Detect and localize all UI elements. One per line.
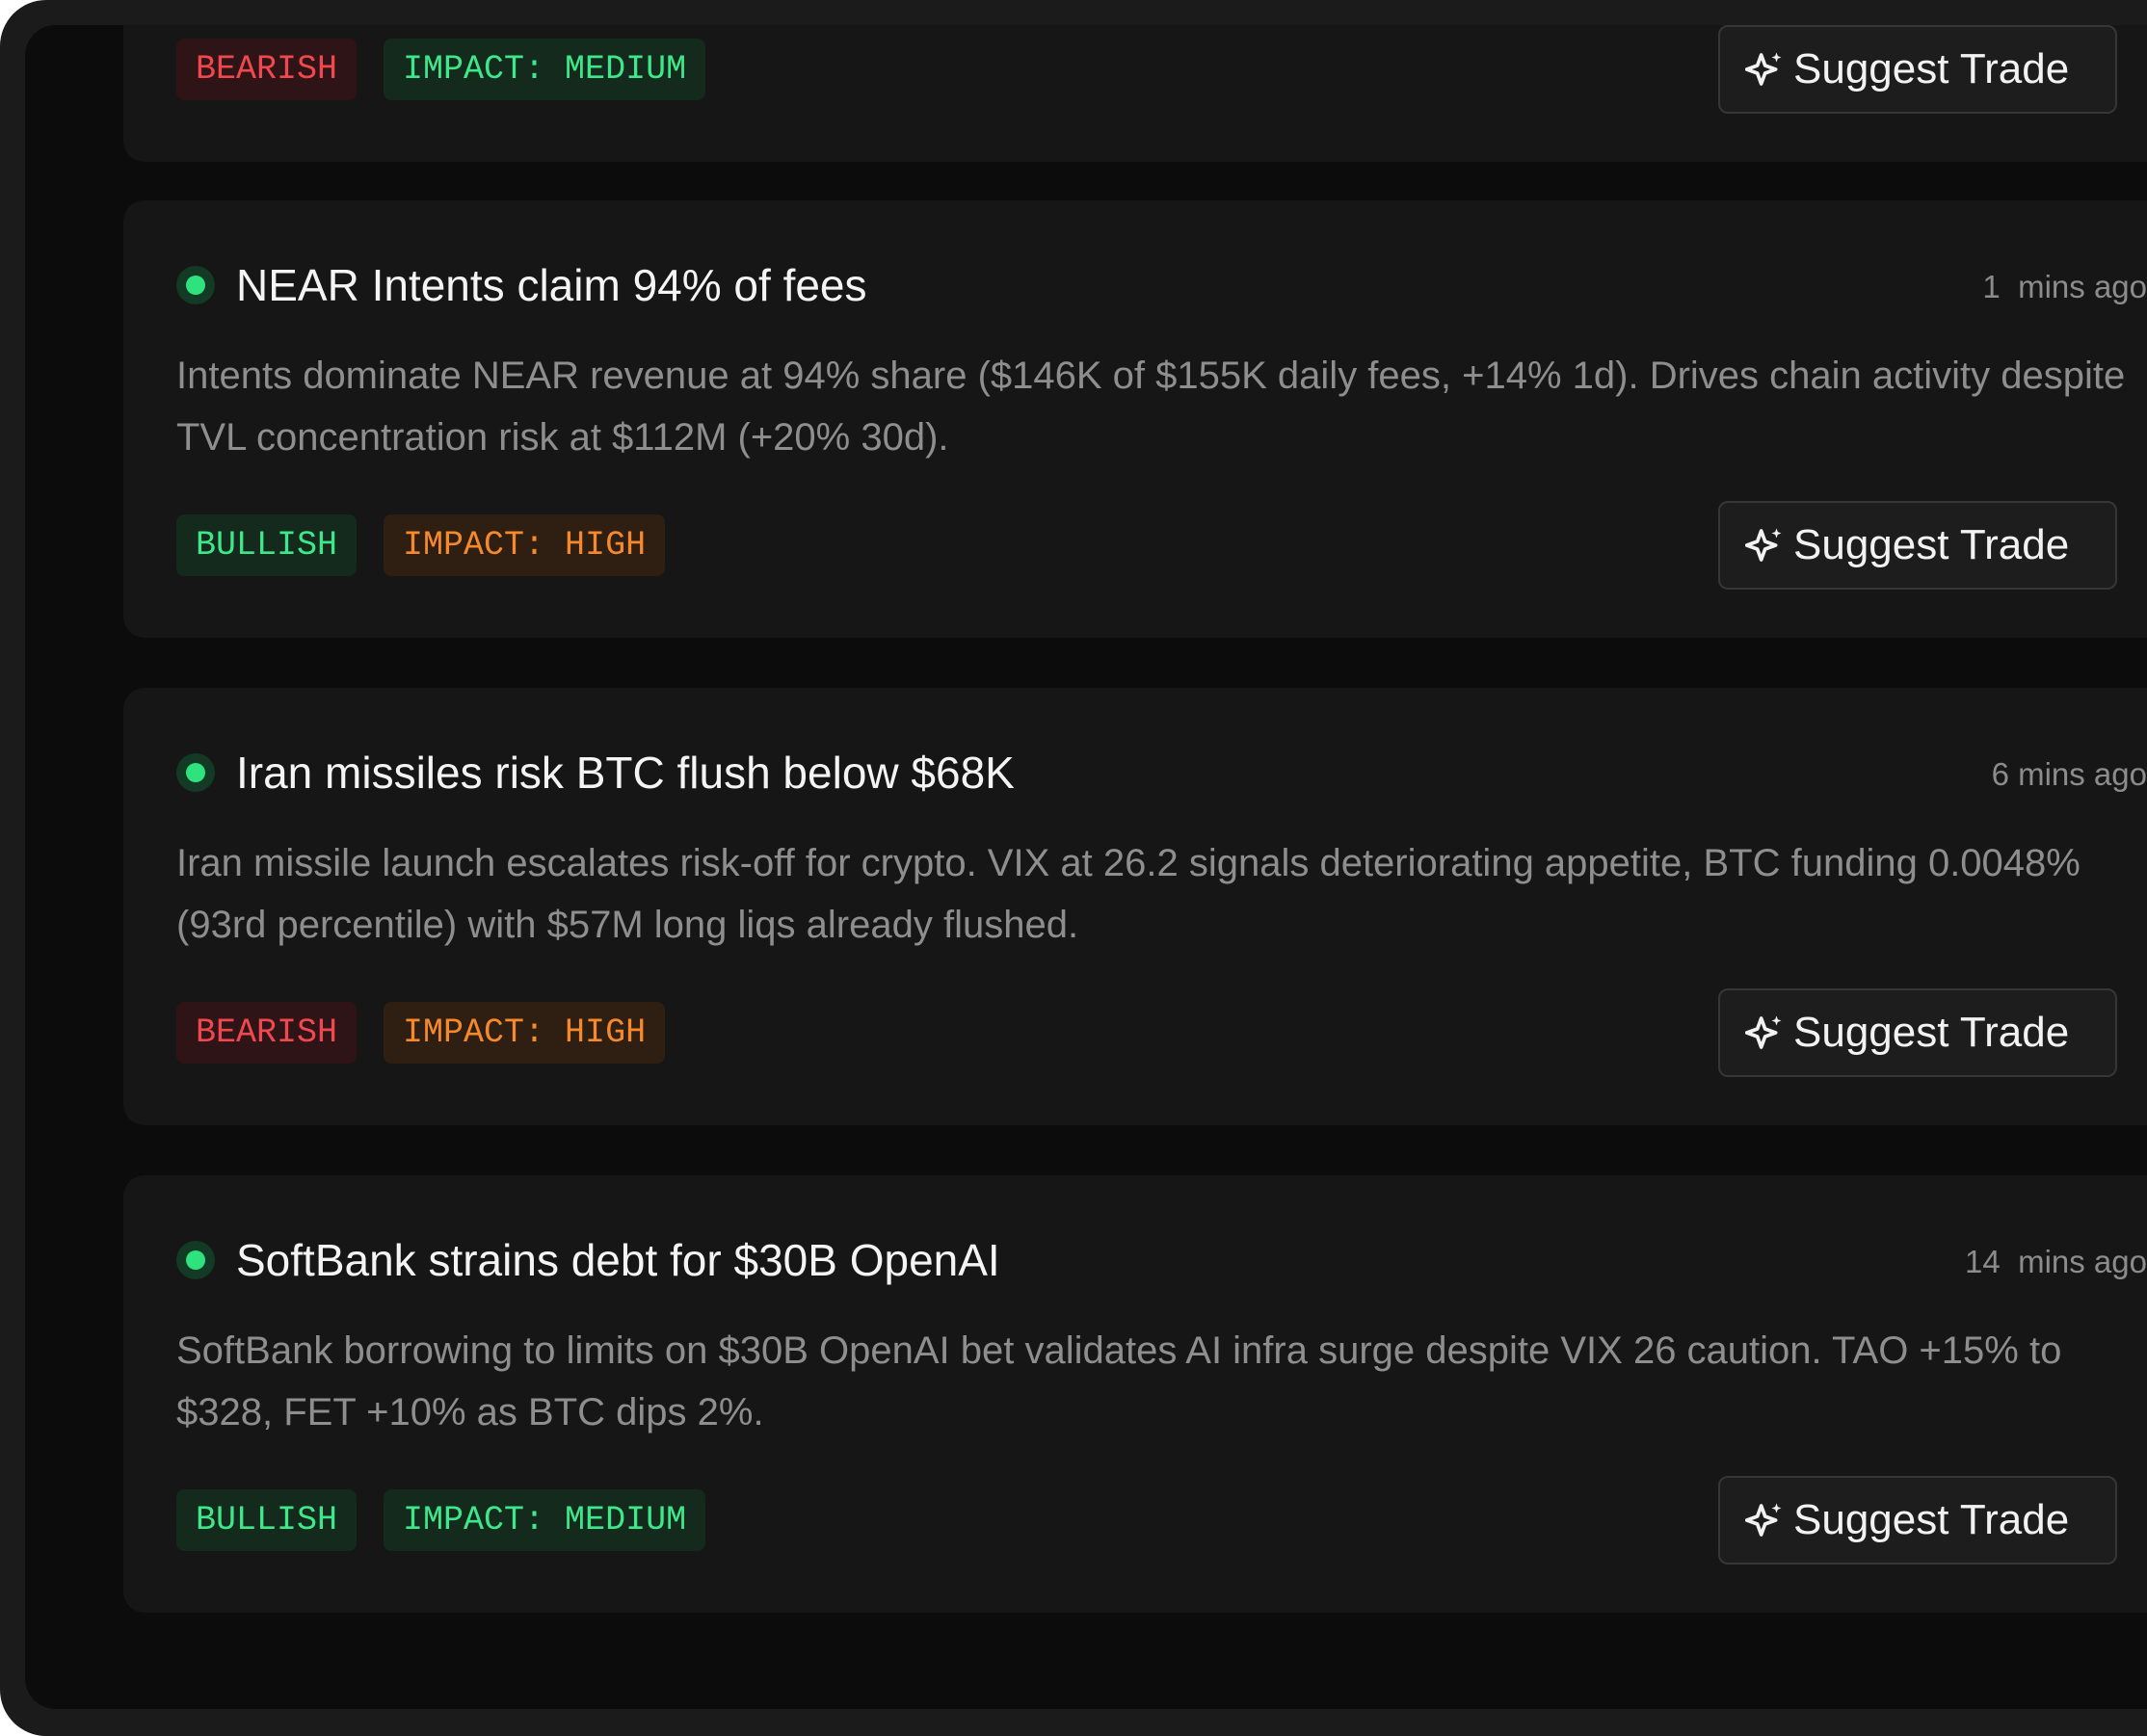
sparkle-icon: [1745, 1015, 1782, 1049]
suggest-trade-label: Suggest Trade: [1793, 1496, 2070, 1543]
suggest-trade-button[interactable]: Suggest Trade: [1718, 501, 2117, 590]
sentiment-badge: BEARISH: [176, 1002, 358, 1064]
suggest-trade-button[interactable]: Suggest Trade: [1718, 25, 2117, 114]
suggest-trade-button[interactable]: Suggest Trade: [1718, 1476, 2117, 1565]
news-feed-screen[interactable]: BEARISH IMPACT: MEDIUM Suggest Trade NEAR…: [25, 25, 2147, 1709]
impact-badge: IMPACT: HIGH: [384, 514, 666, 576]
suggest-trade-label: Suggest Trade: [1793, 1009, 2070, 1056]
tag-row: BULLISH IMPACT: MEDIUM: [176, 1489, 732, 1551]
suggest-trade-label: Suggest Trade: [1793, 45, 2070, 92]
sparkle-icon: [1745, 1503, 1782, 1537]
card-header: NEAR Intents claim 94% of fees 1 mins ag…: [176, 256, 2147, 314]
sentiment-badge: BULLISH: [176, 1489, 358, 1551]
card-header: SoftBank strains debt for $30B OpenAI 14…: [176, 1231, 2147, 1289]
live-indicator-dot: [176, 1241, 215, 1279]
news-timestamp: 6 mins ago: [1991, 756, 2147, 792]
suggest-trade-label: Suggest Trade: [1793, 521, 2070, 568]
news-summary: Intents dominate NEAR revenue at 94% sha…: [176, 355, 2126, 459]
news-summary: SoftBank borrowing to limits on $30B Ope…: [176, 1329, 2062, 1434]
sentiment-badge: BULLISH: [176, 514, 358, 576]
sentiment-badge: BEARISH: [176, 39, 358, 100]
news-headline: NEAR Intents claim 94% of fees: [236, 260, 867, 310]
live-indicator-dot: [176, 753, 215, 792]
device-frame: BEARISH IMPACT: MEDIUM Suggest Trade NEAR…: [0, 0, 2147, 1736]
impact-badge: IMPACT: MEDIUM: [384, 39, 706, 100]
live-indicator-dot: [176, 266, 215, 304]
news-card[interactable]: BEARISH IMPACT: MEDIUM Suggest Trade: [123, 25, 2147, 162]
news-timestamp: 14 mins ago: [1965, 1244, 2147, 1279]
news-headline: Iran missiles risk BTC flush below $68K: [236, 748, 1015, 798]
news-timestamp: 1 mins ago: [1982, 269, 2147, 304]
tag-row: BEARISH IMPACT: MEDIUM: [176, 39, 732, 100]
tag-row: BULLISH IMPACT: HIGH: [176, 514, 692, 576]
news-summary: Iran missile launch escalates risk-off f…: [176, 842, 2081, 946]
news-card[interactable]: SoftBank strains debt for $30B OpenAI 14…: [123, 1175, 2147, 1613]
impact-badge: IMPACT: HIGH: [384, 1002, 666, 1064]
tag-row: BEARISH IMPACT: HIGH: [176, 1002, 692, 1064]
suggest-trade-button[interactable]: Suggest Trade: [1718, 988, 2117, 1077]
sparkle-icon: [1745, 52, 1782, 86]
news-card[interactable]: NEAR Intents claim 94% of fees 1 mins ag…: [123, 200, 2147, 638]
sparkle-icon: [1745, 528, 1782, 562]
news-card[interactable]: Iran missiles risk BTC flush below $68K …: [123, 688, 2147, 1125]
news-headline: SoftBank strains debt for $30B OpenAI: [236, 1235, 1000, 1285]
impact-badge: IMPACT: MEDIUM: [384, 1489, 706, 1551]
card-header: Iran missiles risk BTC flush below $68K …: [176, 744, 2147, 802]
